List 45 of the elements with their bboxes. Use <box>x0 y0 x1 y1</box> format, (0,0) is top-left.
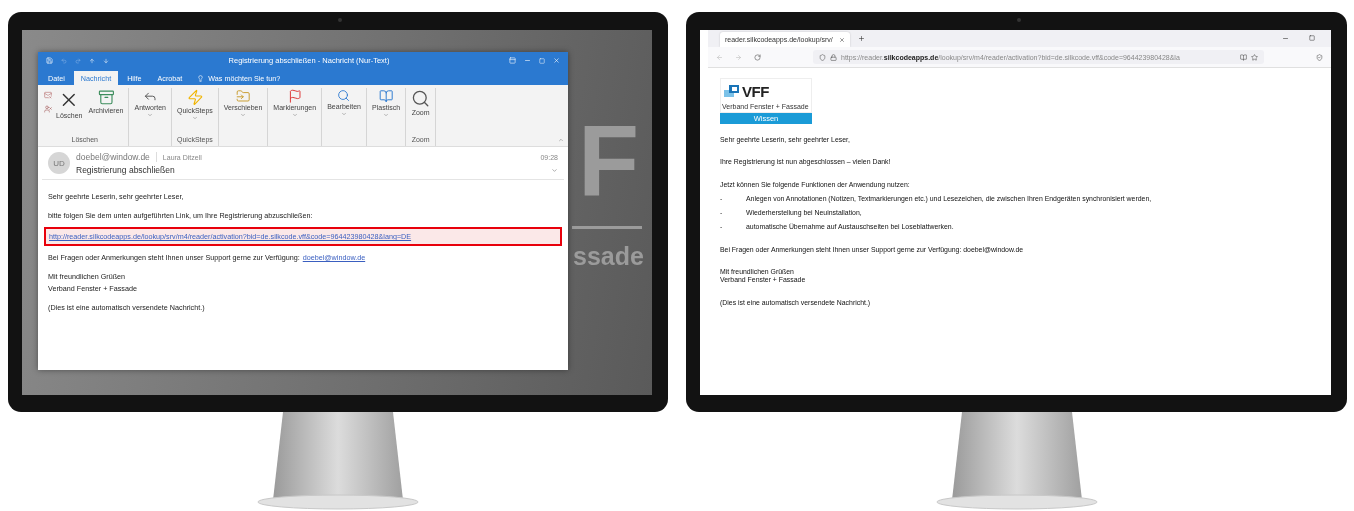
collapse-icon[interactable] <box>558 137 564 143</box>
forward-icon[interactable] <box>735 53 742 61</box>
minimize-icon[interactable] <box>1282 35 1289 42</box>
archive-icon <box>97 89 115 106</box>
reload-icon[interactable] <box>754 53 761 61</box>
envelope-x-icon[interactable] <box>44 91 52 99</box>
shield-icon <box>819 53 826 61</box>
caret-icon <box>147 112 154 119</box>
expand-icon[interactable] <box>551 166 558 174</box>
caret-icon <box>191 114 198 121</box>
avatar: UD <box>48 152 70 174</box>
minimize-icon[interactable] <box>524 57 531 64</box>
person-icon[interactable] <box>44 105 52 113</box>
back-icon[interactable] <box>716 53 723 61</box>
sender: doebel@window.de <box>76 152 157 162</box>
search-icon <box>337 89 351 103</box>
bookmark-star-icon[interactable] <box>1251 53 1258 61</box>
logo: VFF <box>720 78 812 103</box>
arrow-up-icon[interactable] <box>89 57 95 64</box>
close-icon[interactable] <box>838 36 845 43</box>
lightning-icon <box>186 89 204 106</box>
undo-icon[interactable] <box>61 57 67 64</box>
folder-icon <box>235 89 251 104</box>
wallpaper-text: ssade <box>573 244 644 269</box>
save-icon[interactable] <box>46 57 53 64</box>
maximize-icon[interactable] <box>1309 35 1315 41</box>
ribbon-display-icon[interactable] <box>509 57 516 64</box>
redo-icon[interactable] <box>75 57 81 64</box>
caret-icon <box>240 112 247 119</box>
window-logo-icon <box>724 85 740 97</box>
shield-check-icon[interactable] <box>1316 53 1323 61</box>
book-icon <box>378 89 394 104</box>
close-icon[interactable] <box>553 57 560 64</box>
lock-icon <box>830 53 837 61</box>
subject: Registrierung abschließen <box>76 165 176 175</box>
new-tab-icon[interactable] <box>857 35 865 42</box>
caret-icon <box>341 111 348 118</box>
caret-icon <box>291 112 298 119</box>
zoom-icon <box>411 89 431 109</box>
lightbulb-icon <box>197 74 205 82</box>
caret-icon <box>383 112 389 119</box>
arrow-down-icon[interactable] <box>103 57 109 64</box>
reader-view-icon[interactable] <box>1240 53 1247 61</box>
wallpaper-text: F <box>578 110 640 210</box>
flag-icon <box>287 89 302 104</box>
